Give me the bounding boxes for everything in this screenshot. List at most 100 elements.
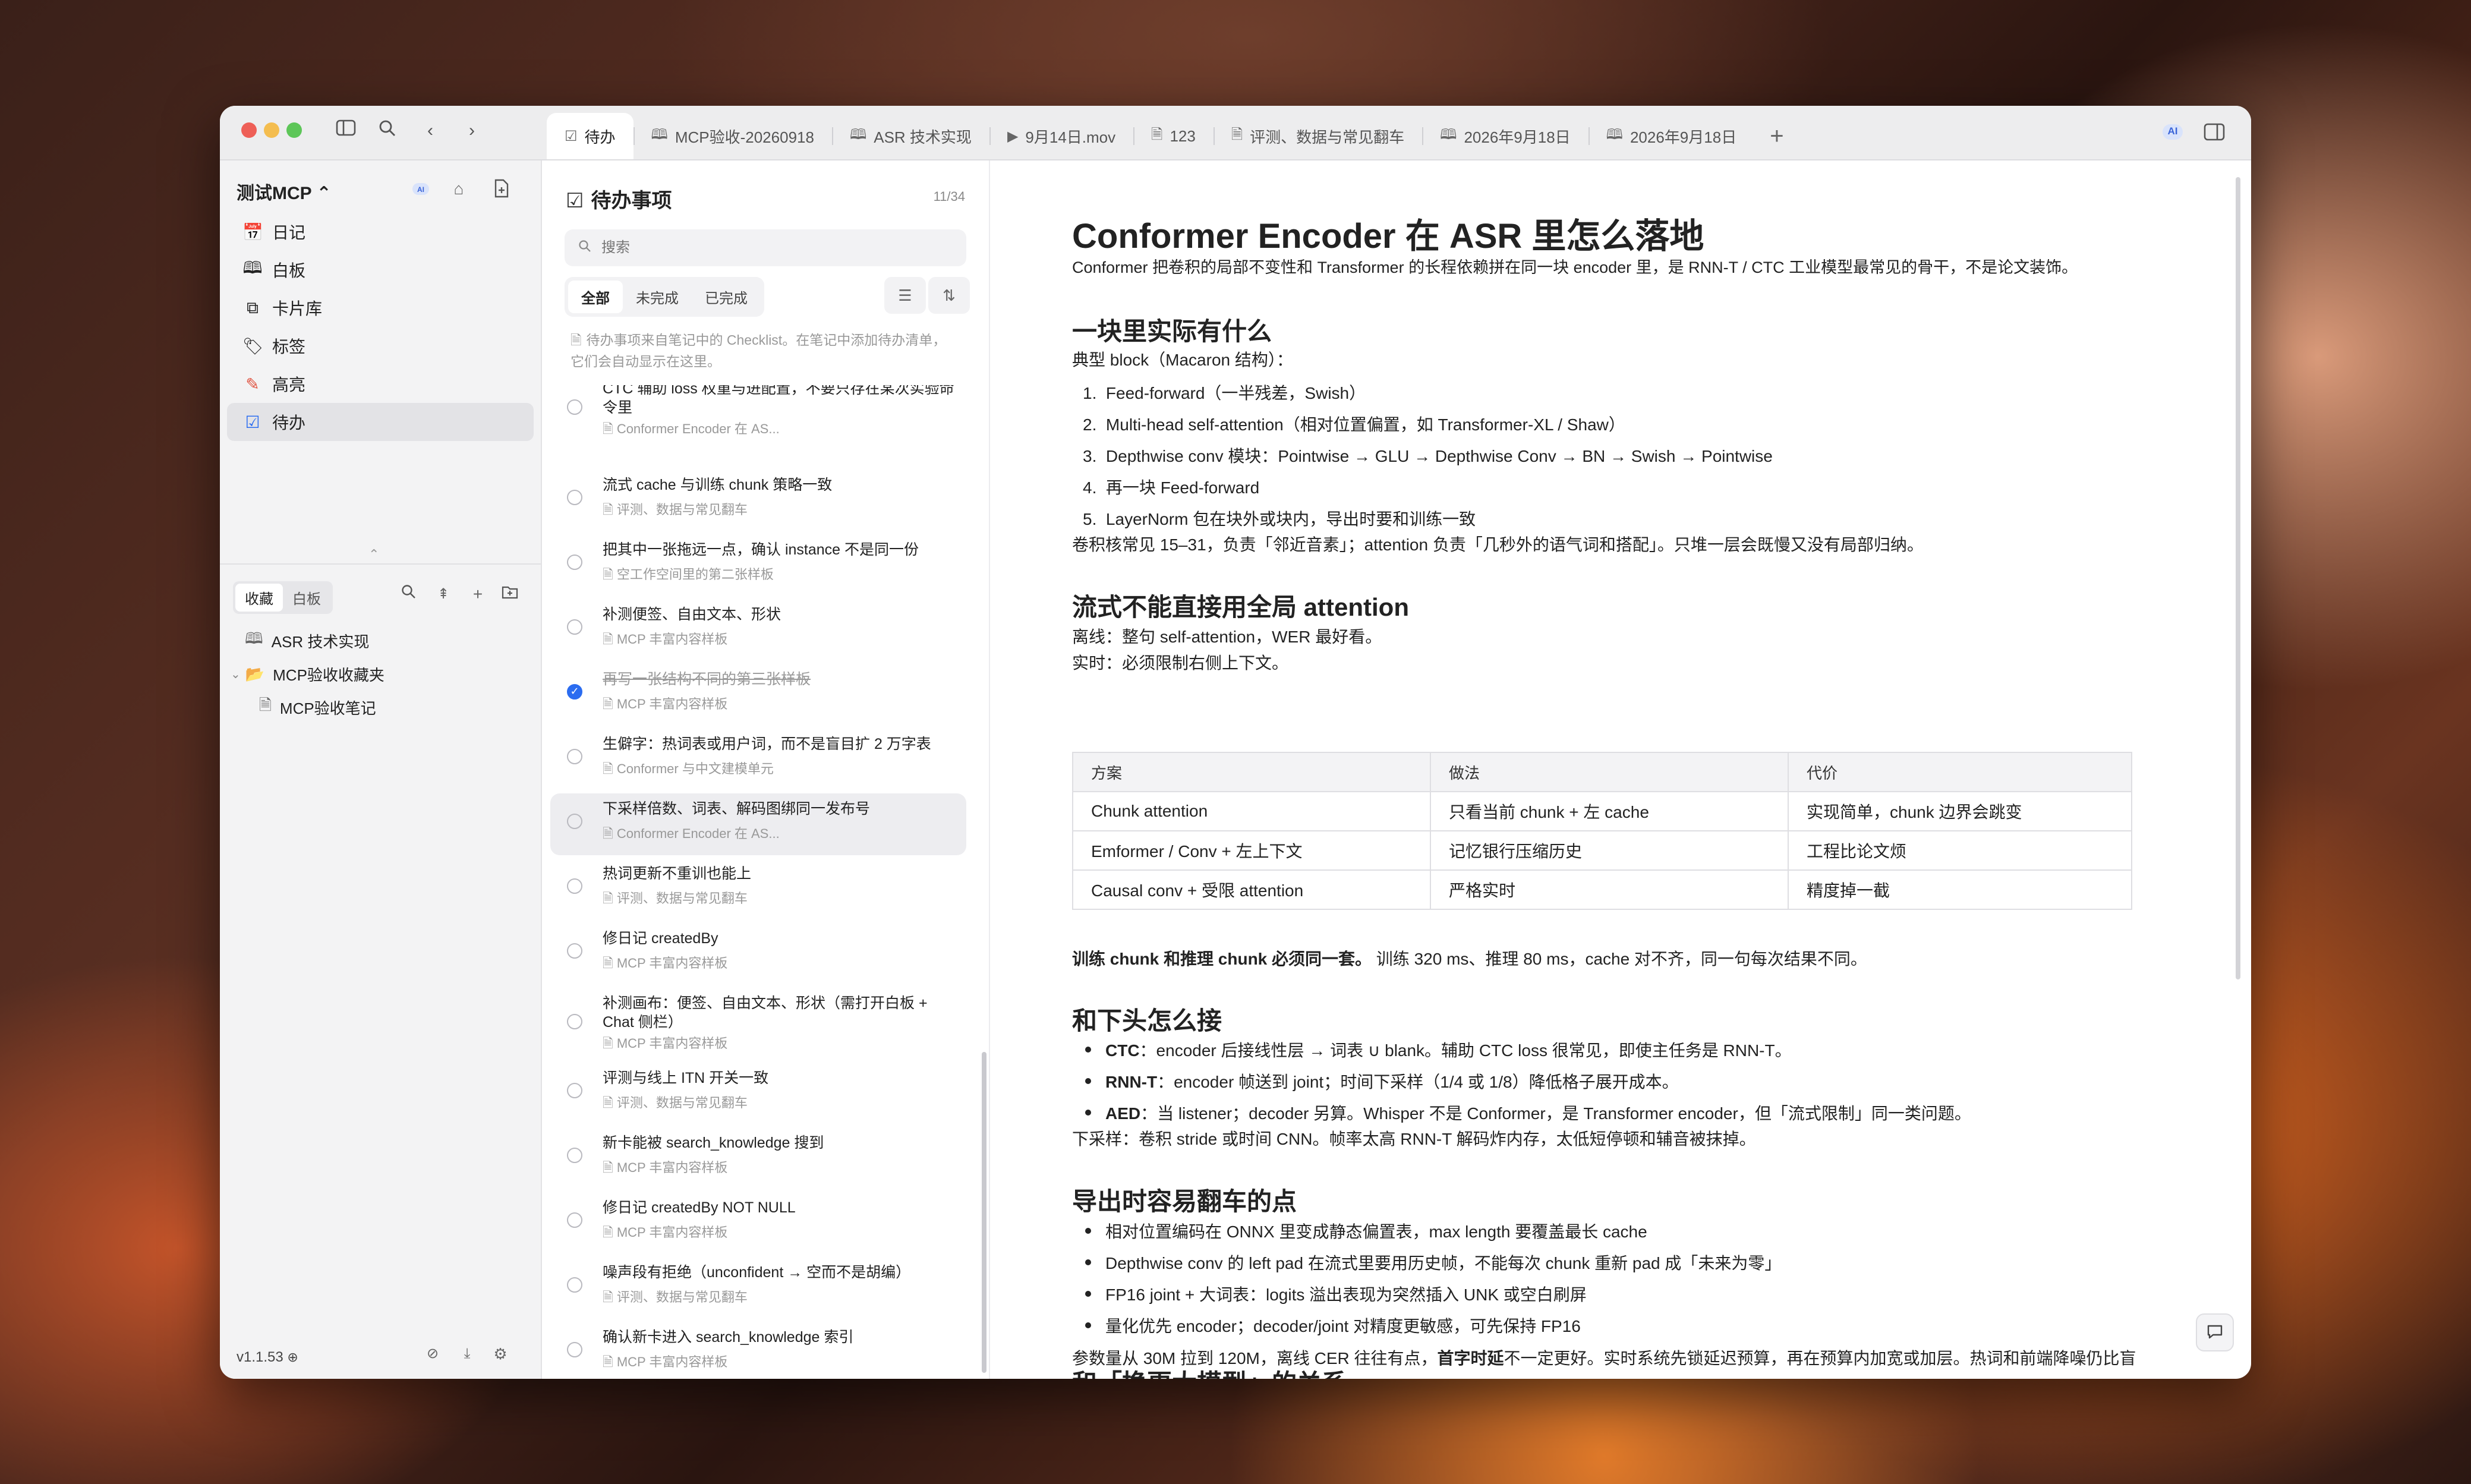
todo-item-source[interactable]: 🗎 MCP 丰富内容样板 xyxy=(603,629,727,652)
ai-small-icon[interactable]: AI xyxy=(410,178,431,200)
tab-journal-1[interactable]: 🕮 2026年9月18日 xyxy=(1422,113,1588,159)
workspace-switcher[interactable]: 测试MCP ⌃ xyxy=(237,178,332,204)
settings-gear-icon[interactable]: ⚙ xyxy=(490,1343,511,1365)
document-icon: 🗎 xyxy=(603,567,617,582)
chevron-down-icon[interactable]: ⌄ xyxy=(231,667,241,682)
tree-item-mcp-folder[interactable]: ⌄ 📂 MCP验收收藏夹 xyxy=(227,657,534,691)
sidebar-item-card-library[interactable]: ⧉ 卡片库 xyxy=(227,289,534,327)
todo-checkbox[interactable] xyxy=(567,1277,582,1293)
todo-item-source[interactable]: 🗎 MCP 丰富内容样板 xyxy=(603,1033,727,1056)
sort-icon[interactable]: ⇅ xyxy=(928,277,970,314)
filter-complete[interactable]: 已完成 xyxy=(692,281,761,313)
todo-item-source[interactable]: 🗎 Conformer 与中文建模单元 xyxy=(603,758,774,782)
todo-scrollbar[interactable] xyxy=(982,1052,986,1373)
todo-item[interactable]: 热词更新不重训也能上 🗎 评测、数据与常见翻车 xyxy=(550,858,966,922)
import-icon[interactable]: ⤓ xyxy=(456,1343,478,1365)
zoom-window-button[interactable] xyxy=(286,122,302,138)
todo-checkbox[interactable] xyxy=(567,1342,582,1357)
todo-item[interactable]: 新卡能被 search_knowledge 搜到 🗎 MCP 丰富内容样板 xyxy=(550,1127,966,1192)
back-arrow-icon[interactable]: ‹ xyxy=(418,119,442,143)
sidebar-item-highlights[interactable]: ✎ 高亮 xyxy=(227,365,534,403)
search-icon[interactable] xyxy=(376,119,399,143)
tab-mcp-acceptance[interactable]: 🕮 MCP验收-20260918 xyxy=(633,113,832,159)
tab-video[interactable]: ▶ 9月14日.mov xyxy=(989,113,1133,159)
new-note-icon[interactable] xyxy=(491,178,512,200)
tab-journal-2[interactable]: 🕮 2026年9月18日 xyxy=(1588,113,1755,159)
todo-checkbox[interactable] xyxy=(567,619,582,635)
new-folder-icon[interactable] xyxy=(499,584,521,605)
todo-item[interactable]: 补测便签、自由文本、形状 🗎 MCP 丰富内容样板 xyxy=(550,599,966,663)
ai-icon[interactable]: AI xyxy=(2160,119,2186,145)
tab-eval[interactable]: 🗎 评测、数据与常见翻车 xyxy=(1213,113,1422,159)
todo-item-source[interactable]: 🗎 评测、数据与常见翻车 xyxy=(603,1287,748,1310)
todo-checkbox[interactable] xyxy=(567,1083,582,1098)
cloud-off-icon[interactable]: ⊘ xyxy=(422,1343,443,1365)
todo-item[interactable]: CTC 辅助 loss 权重与进配置，不要只存在某次实验命令里 🗎 Conform… xyxy=(550,385,966,437)
tab-todo[interactable]: ☑ 待办 xyxy=(547,113,633,159)
home-icon[interactable]: ⌂ xyxy=(448,178,469,200)
todo-item[interactable]: 噪声段有拒绝（unconfident → 空而不是胡编） 🗎 评测、数据与常见翻车 xyxy=(550,1257,966,1321)
todo-item[interactable]: 把其中一张拖远一点，确认 instance 不是同一份 🗎 空工作空间里的第二张样… xyxy=(550,534,966,598)
sidebar-item-whiteboard[interactable]: 🕮 白板 xyxy=(227,251,534,289)
todo-item[interactable]: 评测与线上 ITN 开关一致 🗎 评测、数据与常见翻车 xyxy=(550,1063,966,1127)
tab-whiteboards[interactable]: 白板 xyxy=(283,584,330,612)
todo-item[interactable]: ✓ 再写一张结构不同的第三张样板 🗎 MCP 丰富内容样板 xyxy=(550,664,966,728)
todo-search[interactable] xyxy=(565,229,966,266)
todo-checkbox[interactable] xyxy=(567,749,582,764)
tree-item-asr[interactable]: 🕮 ASR 技术实现 xyxy=(227,624,534,657)
todo-item-source[interactable]: 🗎 Conformer Encoder 在 AS... xyxy=(603,823,780,846)
document-title[interactable]: Conformer Encoder 在 ASR 里怎么落地 xyxy=(1072,208,1704,258)
todo-item-source[interactable]: 🗎 MCP 丰富内容样板 xyxy=(603,1351,727,1375)
todo-checkbox[interactable] xyxy=(567,1148,582,1163)
todo-item-source[interactable]: 🗎 空工作空间里的第二张样板 xyxy=(603,564,774,587)
new-tab-plus-icon[interactable]: + xyxy=(1754,113,1799,159)
todo-checkbox[interactable] xyxy=(567,1212,582,1228)
todo-item[interactable]: 流式 cache 与训练 chunk 策略一致 🗎 评测、数据与常见翻车 xyxy=(550,470,966,534)
collapse-chevron-icon[interactable]: ⌃ xyxy=(368,547,379,562)
list-view-icon[interactable]: ☰ xyxy=(884,277,926,314)
document-scrollbar[interactable] xyxy=(2236,177,2240,979)
todo-checkbox[interactable] xyxy=(567,943,582,959)
todo-checkbox[interactable] xyxy=(567,1014,582,1029)
tree-item-mcp-note[interactable]: 🗎 MCP验收笔记 xyxy=(227,691,534,724)
search-icon[interactable] xyxy=(398,584,420,605)
filter-incomplete[interactable]: 未完成 xyxy=(623,281,692,313)
todo-item[interactable]: 确认新卡进入 search_knowledge 索引 🗎 MCP 丰富内容样板 xyxy=(550,1322,966,1378)
todo-checkbox[interactable] xyxy=(567,399,582,415)
todo-checkbox[interactable] xyxy=(567,490,582,505)
close-window-button[interactable] xyxy=(241,122,257,138)
sidebar-item-todo[interactable]: ☑ 待办 xyxy=(227,403,534,441)
filter-all[interactable]: 全部 xyxy=(568,281,623,313)
version-label[interactable]: v1.1.53 ⊕ xyxy=(237,1349,298,1366)
tab-asr[interactable]: 🕮 ASR 技术实现 xyxy=(831,113,989,159)
sidebar-item-journal[interactable]: 📅 日记 xyxy=(227,213,534,251)
todo-item[interactable]: 下采样倍数、词表、解码图绑同一发布号 🗎 Conformer Encoder 在 … xyxy=(550,793,966,855)
minimize-window-button[interactable] xyxy=(264,122,279,138)
todo-item[interactable]: 修日记 createdBy 🗎 MCP 丰富内容样板 xyxy=(550,923,966,987)
todo-item[interactable]: 补测画布：便签、自由文本、形状（需打开白板 + Chat 侧栏） 🗎 MCP 丰富… xyxy=(550,988,966,1063)
collapse-all-icon[interactable]: ⇞ xyxy=(433,584,454,605)
todo-item-source[interactable]: 🗎 评测、数据与常见翻车 xyxy=(603,888,748,911)
todo-item[interactable]: 修日记 createdBy NOT NULL 🗎 MCP 丰富内容样板 xyxy=(550,1192,966,1256)
tab-favorites[interactable]: 收藏 xyxy=(235,584,283,612)
tab-123[interactable]: 🗎 123 xyxy=(1133,113,1214,159)
sidebar-toggle-icon[interactable] xyxy=(334,119,358,143)
todo-item-source[interactable]: 🗎 评测、数据与常见翻车 xyxy=(603,1092,748,1116)
todo-checkbox[interactable] xyxy=(567,554,582,570)
todo-item-source[interactable]: 🗎 Conformer Encoder 在 AS... xyxy=(603,418,780,442)
chat-bubble-icon[interactable] xyxy=(2196,1313,2234,1351)
sidebar-item-tags[interactable]: 🏷 标签 xyxy=(227,327,534,365)
todo-item-source[interactable]: 🗎 MCP 丰富内容样板 xyxy=(603,1222,727,1245)
search-input[interactable] xyxy=(600,239,947,257)
todo-item[interactable]: 生僻字：热词表或用户词，而不是盲目扩 2 万字表 🗎 Conformer 与中文建… xyxy=(550,729,966,793)
todo-checkbox[interactable] xyxy=(567,878,582,894)
right-panel-toggle-icon[interactable] xyxy=(2201,119,2227,145)
todo-item-source[interactable]: 🗎 MCP 丰富内容样板 xyxy=(603,953,727,976)
todo-item-source[interactable]: 🗎 MCP 丰富内容样板 xyxy=(603,1157,727,1180)
todo-checkbox[interactable] xyxy=(567,814,582,829)
add-icon[interactable]: + xyxy=(467,584,488,605)
todo-item-source[interactable]: 🗎 MCP 丰富内容样板 xyxy=(603,694,727,717)
todo-item-source[interactable]: 🗎 评测、数据与常见翻车 xyxy=(603,499,748,522)
forward-arrow-icon[interactable]: › xyxy=(460,119,484,143)
checked-checkbox[interactable]: ✓ xyxy=(567,684,582,700)
